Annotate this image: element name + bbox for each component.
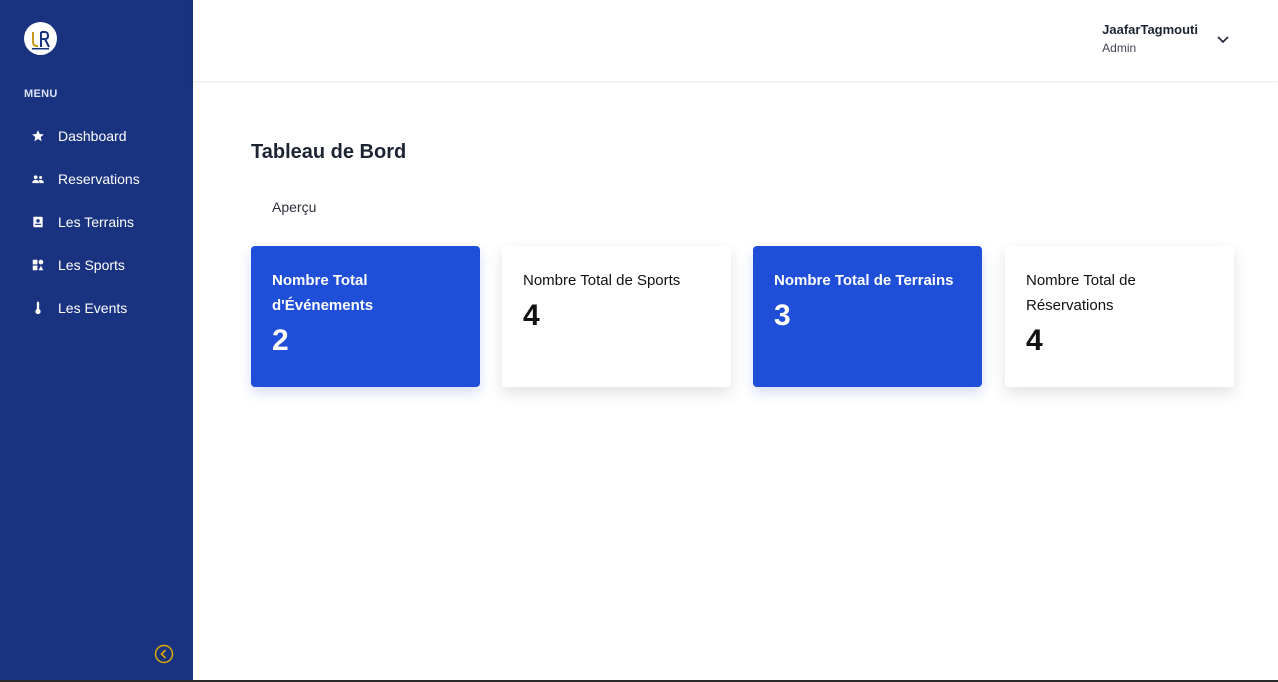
sidebar-item-label: Les Terrains xyxy=(58,213,135,230)
user-menu-toggle[interactable] xyxy=(1216,32,1230,46)
stat-card-events: Nombre Total d'Événements 2 xyxy=(251,246,480,387)
sports-icon xyxy=(30,257,46,273)
page-title: Tableau de Bord xyxy=(251,141,407,163)
stat-card-value: 4 xyxy=(523,299,540,332)
stat-cards: Nombre Total d'Événements 2 Nombre Total… xyxy=(251,246,1234,387)
user-name: JaafarTagmouti xyxy=(1102,22,1198,37)
sidebar-item-sports[interactable]: Les Sports xyxy=(16,243,186,286)
sidebar-item-label: Les Events xyxy=(58,299,128,316)
stat-card-label: Nombre Total de Terrains xyxy=(774,272,954,289)
sidebar: MENU Dashboard Reservations Les Terrains xyxy=(0,0,193,680)
logo[interactable] xyxy=(24,22,57,55)
page-subtitle: Aperçu xyxy=(272,199,317,215)
menu-heading: MENU xyxy=(24,88,58,100)
stat-card-sports: Nombre Total de Sports 4 xyxy=(502,246,731,387)
stat-card-reservations: Nombre Total de Réservations 4 xyxy=(1005,246,1234,387)
sidebar-item-label: Les Sports xyxy=(58,256,125,273)
chevron-left-circle-icon xyxy=(154,644,174,664)
stat-card-value: 3 xyxy=(774,299,791,332)
sidebar-item-terrains[interactable]: Les Terrains xyxy=(16,200,186,243)
sidebar-item-label: Reservations xyxy=(58,170,140,187)
book-icon xyxy=(30,214,46,230)
sidebar-item-events[interactable]: Les Events xyxy=(16,286,186,329)
stat-card-terrains: Nombre Total de Terrains 3 xyxy=(753,246,982,387)
app-root: MENU Dashboard Reservations Les Terrains xyxy=(0,0,1278,682)
sidebar-item-label: Dashboard xyxy=(58,127,127,144)
thermometer-icon xyxy=(30,300,46,316)
sidebar-item-dashboard[interactable]: Dashboard xyxy=(16,114,186,157)
sidebar-item-reservations[interactable]: Reservations xyxy=(16,157,186,200)
users-icon xyxy=(30,171,46,187)
stat-card-label: Nombre Total de Réservations xyxy=(1026,272,1136,314)
chevron-down-icon xyxy=(1217,36,1229,44)
logo-icon xyxy=(24,22,57,55)
sidebar-nav: Dashboard Reservations Les Terrains Les … xyxy=(16,114,186,329)
user-role: Admin xyxy=(1102,41,1137,55)
top-header: JaafarTagmouti Admin xyxy=(193,0,1278,81)
stat-card-value: 2 xyxy=(272,324,289,357)
star-icon xyxy=(30,128,46,144)
user-menu[interactable]: JaafarTagmouti Admin xyxy=(1102,22,1198,55)
collapse-sidebar-button[interactable] xyxy=(154,644,174,664)
stat-card-label: Nombre Total de Sports xyxy=(523,272,681,289)
stat-card-value: 4 xyxy=(1026,324,1043,357)
stat-card-label: Nombre Total d'Événements xyxy=(272,272,374,314)
